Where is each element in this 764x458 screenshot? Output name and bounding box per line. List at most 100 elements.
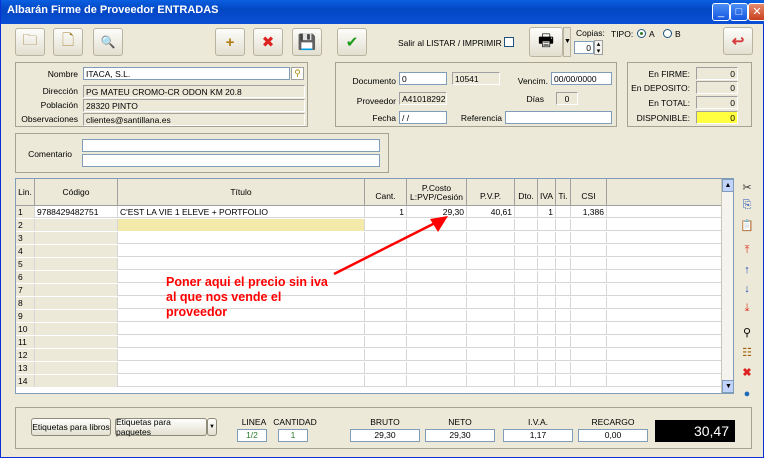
grid-cell[interactable]: [407, 323, 467, 335]
grid-cell[interactable]: [556, 219, 571, 231]
grid-cell[interactable]: [467, 336, 515, 348]
move-top-icon[interactable]: ⤒: [739, 242, 755, 258]
table-row[interactable]: 13: [16, 362, 733, 374]
grid-cell[interactable]: [35, 362, 118, 374]
copias-input[interactable]: 0: [574, 41, 594, 54]
grid-cell[interactable]: [118, 362, 365, 374]
grid-cell[interactable]: [556, 245, 571, 257]
move-up-icon[interactable]: ↑: [739, 262, 755, 278]
grid-cell[interactable]: [467, 271, 515, 283]
grid-cell[interactable]: [467, 323, 515, 335]
cell-codigo[interactable]: 9788429482751: [35, 206, 118, 218]
grid-cell[interactable]: [365, 284, 407, 296]
grid-cell[interactable]: [538, 297, 556, 309]
grid-cell[interactable]: [571, 232, 607, 244]
grid-cell[interactable]: [571, 336, 607, 348]
grid-cell[interactable]: [35, 349, 118, 361]
grid-cell[interactable]: [515, 258, 538, 270]
grid-cell[interactable]: [365, 336, 407, 348]
grid-cell[interactable]: [407, 349, 467, 361]
paste-icon[interactable]: 📋: [739, 217, 755, 233]
grid-cell[interactable]: [556, 297, 571, 309]
grid-cell[interactable]: [538, 323, 556, 335]
zoom-icon[interactable]: ⚲: [739, 324, 755, 340]
grid-cell[interactable]: [35, 219, 118, 231]
grid-cell[interactable]: [467, 245, 515, 257]
grid-cell[interactable]: [515, 323, 538, 335]
grid-cell[interactable]: [118, 323, 365, 335]
grid-cell[interactable]: [467, 297, 515, 309]
grid-cell[interactable]: [515, 297, 538, 309]
copias-spinner[interactable]: ▴ ▾: [594, 40, 603, 55]
grid-cell[interactable]: [407, 375, 467, 387]
scroll-up-icon[interactable]: ▲: [722, 179, 733, 192]
search-button[interactable]: 🔍: [93, 28, 123, 56]
open-button[interactable]: 🗀: [15, 28, 45, 56]
scroll-down-icon[interactable]: ▼: [722, 380, 733, 393]
delete-line-icon[interactable]: ✖: [739, 364, 755, 380]
grid-cell[interactable]: [571, 245, 607, 257]
delete-button[interactable]: ✖: [253, 28, 283, 56]
col-cant[interactable]: Cant.: [365, 179, 407, 206]
salir-listar-checkbox[interactable]: [504, 37, 514, 47]
grid-cell[interactable]: [515, 232, 538, 244]
grid-cell[interactable]: [571, 362, 607, 374]
grid-cell[interactable]: [407, 284, 467, 296]
search-provider-icon[interactable]: ⚲: [291, 67, 304, 80]
move-bottom-icon[interactable]: ⤓: [739, 300, 755, 316]
print-button[interactable]: 🖶: [529, 27, 563, 57]
cell-pvp[interactable]: 40,61: [467, 206, 515, 218]
copy-icon[interactable]: ⎘: [739, 197, 755, 213]
grid-scrollbar[interactable]: ▲ ▼: [721, 179, 733, 393]
grid-cell[interactable]: [571, 219, 607, 231]
grid-cell[interactable]: [118, 349, 365, 361]
grid-cell[interactable]: [467, 362, 515, 374]
save-button[interactable]: 💾: [292, 28, 322, 56]
grid-cell[interactable]: [467, 258, 515, 270]
grid-cell[interactable]: [571, 375, 607, 387]
minimize-button[interactable]: _: [712, 3, 730, 21]
grid-cell[interactable]: [365, 310, 407, 322]
col-dto[interactable]: Dto.: [515, 179, 538, 206]
grid-cell[interactable]: [515, 362, 538, 374]
grid-cell[interactable]: [538, 336, 556, 348]
grid-cell[interactable]: [407, 336, 467, 348]
grid-cell[interactable]: [538, 284, 556, 296]
grid-cell[interactable]: [35, 375, 118, 387]
grid-cell[interactable]: [515, 375, 538, 387]
etiquetas-libros-button[interactable]: Etiquetas para libros: [31, 418, 111, 436]
grid-cell[interactable]: [118, 336, 365, 348]
comentario-field-1[interactable]: [82, 139, 380, 152]
col-titulo[interactable]: Título: [118, 179, 365, 206]
grid-cell[interactable]: [538, 219, 556, 231]
table-row[interactable]: 11: [16, 336, 733, 348]
grid-cell[interactable]: [365, 297, 407, 309]
documento-field[interactable]: 0: [399, 72, 447, 85]
grid-cell[interactable]: [515, 245, 538, 257]
maximize-button[interactable]: □: [730, 3, 748, 21]
grid-cell[interactable]: [556, 310, 571, 322]
grid-cell[interactable]: [571, 349, 607, 361]
grid-cell[interactable]: [365, 349, 407, 361]
grid-cell[interactable]: [407, 362, 467, 374]
grid-cell[interactable]: [538, 232, 556, 244]
grid-cell[interactable]: [556, 271, 571, 283]
fecha-field[interactable]: / /: [399, 111, 447, 124]
etiquetas-dropdown-arrow[interactable]: ▼: [207, 418, 217, 436]
grid-cell[interactable]: [365, 362, 407, 374]
grid-cell[interactable]: [515, 336, 538, 348]
grid-cell[interactable]: [35, 271, 118, 283]
grid-cell[interactable]: [35, 323, 118, 335]
grid-cell[interactable]: [571, 271, 607, 283]
table-row[interactable]: 9: [16, 310, 733, 322]
grid-cell[interactable]: [467, 219, 515, 231]
grid-cell[interactable]: [35, 297, 118, 309]
grid-cell[interactable]: [35, 310, 118, 322]
grid-cell[interactable]: [515, 310, 538, 322]
grid-cell[interactable]: [467, 349, 515, 361]
grid-cell[interactable]: [467, 310, 515, 322]
grid-cell[interactable]: [556, 349, 571, 361]
move-down-icon[interactable]: ↓: [739, 281, 755, 297]
exit-button[interactable]: ↩: [723, 27, 753, 55]
vencim-field[interactable]: 00/00/0000: [551, 72, 612, 85]
